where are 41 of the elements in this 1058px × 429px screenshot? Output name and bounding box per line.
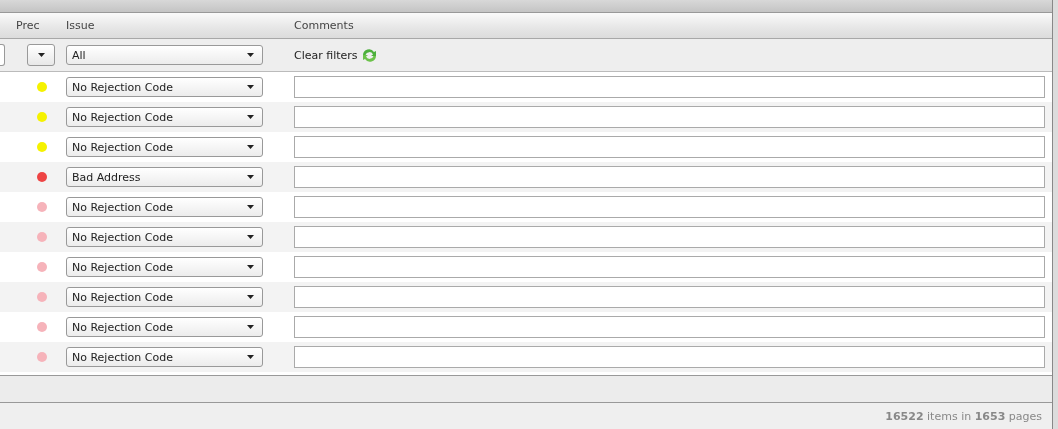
caret-icon: [247, 355, 254, 359]
filter-dropdown[interactable]: [27, 44, 55, 66]
caret-icon: [247, 175, 254, 179]
filter-field[interactable]: [0, 44, 5, 66]
issue-dropdown[interactable]: No Rejection Code: [66, 137, 263, 157]
caret-icon: [247, 145, 254, 149]
issue-dropdown[interactable]: No Rejection Code: [66, 257, 263, 277]
comment-field[interactable]: [294, 226, 1045, 248]
caret-icon: [247, 205, 254, 209]
column-header[interactable]: Prec: [10, 19, 66, 32]
caret-icon: [37, 53, 45, 57]
column-header[interactable]: Comments: [280, 19, 1052, 32]
comment-field[interactable]: [294, 106, 1045, 128]
caret-icon: [247, 115, 254, 119]
comment-field[interactable]: [294, 316, 1045, 338]
issue-dropdown[interactable]: No Rejection Code: [66, 107, 263, 127]
issue-dropdown[interactable]: Bad Address: [66, 167, 263, 187]
comment-field[interactable]: [294, 256, 1045, 278]
caret-icon: [247, 53, 254, 57]
comment-field[interactable]: [294, 346, 1045, 368]
issue-dropdown[interactable]: No Rejection Code: [66, 287, 263, 307]
issue-dropdown[interactable]: No Rejection Code: [66, 197, 263, 217]
caret-icon: [247, 265, 254, 269]
caret-icon: [247, 85, 254, 89]
column-header[interactable]: Issue: [66, 19, 280, 32]
issue-dropdown[interactable]: No Rejection Code: [66, 347, 263, 367]
comment-field[interactable]: [294, 286, 1045, 308]
issue-dropdown[interactable]: No Rejection Code: [66, 227, 263, 247]
pagination-summary: 16522 items in 1653 pages: [885, 409, 1042, 423]
caret-icon: [247, 295, 254, 299]
comment-field[interactable]: [294, 76, 1045, 98]
issue-dropdown[interactable]: No Rejection Code: [66, 77, 263, 97]
refresh-icon[interactable]: [360, 47, 378, 63]
clear-filters-link[interactable]: Clear filters: [294, 48, 358, 62]
caret-icon: [247, 325, 254, 329]
issue-dropdown[interactable]: No Rejection Code: [66, 317, 263, 337]
issue-filter-dropdown[interactable]: All: [66, 45, 263, 65]
comment-field[interactable]: [294, 166, 1045, 188]
caret-icon: [247, 235, 254, 239]
comment-field[interactable]: [294, 196, 1045, 218]
comment-field[interactable]: [294, 136, 1045, 158]
